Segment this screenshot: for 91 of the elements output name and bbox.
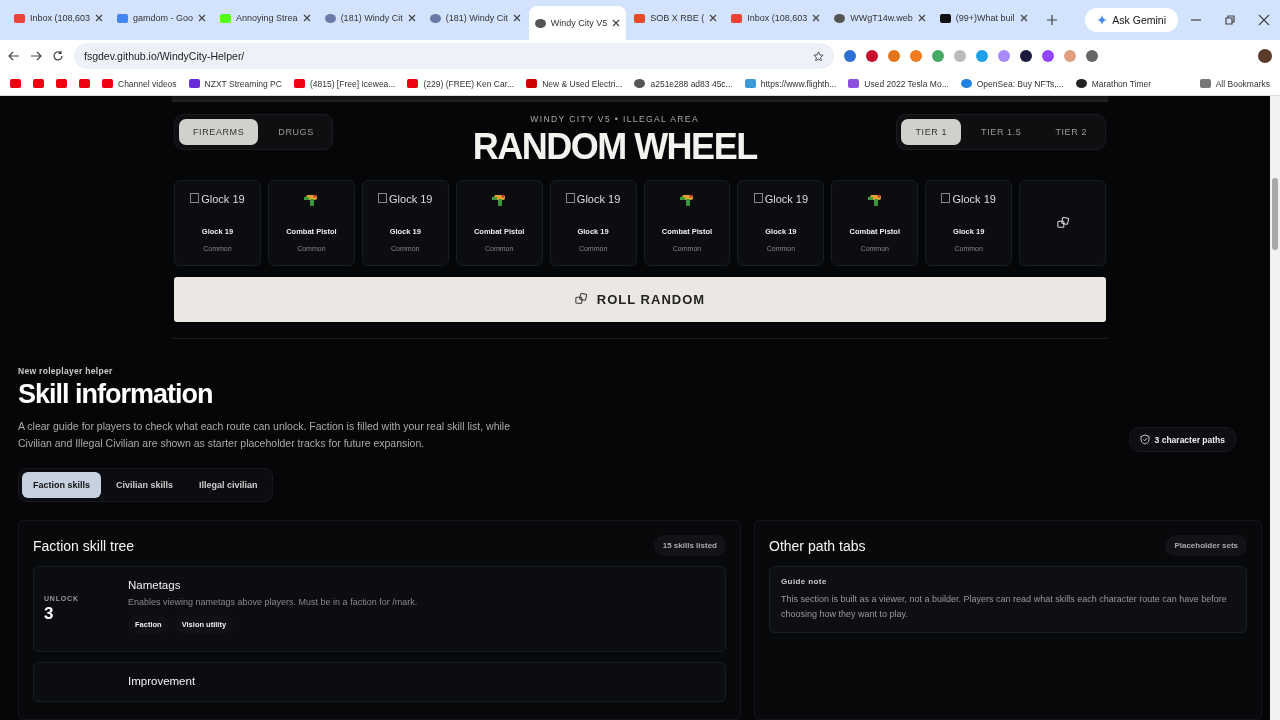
sparkle-icon bbox=[1097, 15, 1108, 25]
broken-image: Glock 19 bbox=[378, 192, 433, 215]
close-icon[interactable] bbox=[302, 14, 311, 22]
section-eyebrow: New roleplayer helper bbox=[18, 366, 114, 376]
browser-tab[interactable]: Windy City V5 bbox=[528, 6, 627, 40]
note-text: This section is built as a viewer, not a builder. Players can read what skills each character route can have before choosing how they want to play. bbox=[781, 593, 1228, 621]
close-icon[interactable] bbox=[612, 19, 621, 27]
skill-tab[interactable]: Faction skills bbox=[22, 472, 102, 498]
site-icon bbox=[220, 13, 232, 23]
tier-tab[interactable]: TIER 1 bbox=[901, 118, 962, 145]
tier-tab[interactable]: TIER 2 bbox=[1041, 118, 1101, 145]
browser-tab[interactable]: (181) Windy Cit bbox=[423, 5, 527, 31]
toy-gun-icon bbox=[491, 192, 508, 207]
site-icon bbox=[534, 18, 546, 28]
broken-image: Glock 19 bbox=[753, 192, 809, 215]
close-icon[interactable] bbox=[1258, 14, 1270, 26]
dice-icon bbox=[1056, 216, 1069, 229]
forward-icon[interactable] bbox=[30, 50, 42, 62]
site-icon bbox=[939, 13, 951, 23]
skill-name: Improvement bbox=[128, 675, 197, 687]
site-icon bbox=[731, 13, 743, 23]
bookmark[interactable]: Used 2022 Tesla Mo... bbox=[848, 78, 949, 89]
close-icon[interactable] bbox=[709, 14, 718, 22]
bookmark[interactable]: https://www.flighth... bbox=[744, 78, 837, 89]
site-icon bbox=[324, 13, 336, 23]
category-tab[interactable]: FIREARMS bbox=[179, 118, 259, 145]
dice-icon bbox=[574, 293, 587, 306]
extension-icon[interactable] bbox=[1020, 50, 1032, 62]
restore-icon[interactable] bbox=[1224, 14, 1236, 26]
browser-tab[interactable]: Inbox (108,603 bbox=[8, 5, 110, 31]
browser-tab[interactable]: WWgT14w.web bbox=[828, 5, 932, 31]
all-bookmarks[interactable]: All Bookmarks bbox=[1199, 78, 1270, 89]
site-icon bbox=[429, 13, 441, 23]
reload-icon[interactable] bbox=[52, 50, 64, 62]
close-icon[interactable] bbox=[407, 14, 416, 22]
toy-gun-icon bbox=[303, 192, 320, 207]
star-icon[interactable] bbox=[813, 50, 824, 62]
roll-random-button[interactable]: ROLL RANDOM bbox=[174, 276, 1106, 322]
browser-tab[interactable]: SOB X RBE ( bbox=[628, 5, 724, 31]
close-icon[interactable] bbox=[198, 14, 207, 22]
browser-tab[interactable]: Annoying Strea bbox=[214, 5, 317, 31]
bookmark[interactable]: Marathon Timer bbox=[1075, 78, 1152, 89]
panel-title: Faction skill tree bbox=[33, 537, 135, 554]
gemini-button[interactable]: Ask Gemini bbox=[1085, 8, 1178, 32]
paths-badge: 3 character paths bbox=[1128, 427, 1236, 452]
bookmark[interactable]: OpenSea: Buy NFTs,... bbox=[960, 78, 1064, 89]
unlock-level: 3 bbox=[44, 604, 55, 624]
skill-tab[interactable]: Civilian skills bbox=[105, 472, 185, 498]
broken-image: Glock 19 bbox=[941, 192, 996, 215]
broken-image: Glock 19 bbox=[190, 192, 245, 215]
close-icon[interactable] bbox=[512, 14, 521, 22]
skill-tab[interactable]: Illegal civilian bbox=[188, 472, 269, 498]
profile-avatar[interactable] bbox=[1258, 49, 1272, 63]
skill-description: Enables viewing nametags above players. Must be in a faction for /mark. bbox=[128, 597, 419, 607]
broken-image: Glock 19 bbox=[565, 192, 621, 215]
bookmark[interactable]: Channel videos bbox=[102, 78, 177, 89]
shield-icon bbox=[1139, 434, 1150, 445]
toy-gun-icon bbox=[679, 192, 695, 207]
browser-tab[interactable]: gamdom - Goo bbox=[111, 5, 213, 31]
site-icon bbox=[634, 13, 646, 23]
bookmark[interactable]: (4815) [Free] Icewea... bbox=[293, 78, 396, 89]
bookmark[interactable]: (229) (FREE) Ken Car... bbox=[407, 78, 515, 89]
toy-gun-icon bbox=[866, 192, 883, 207]
skill-name: Nametags bbox=[128, 579, 182, 591]
bookmark[interactable]: NZXT Streaming PC bbox=[188, 78, 282, 89]
close-icon[interactable] bbox=[812, 14, 821, 22]
browser-tab[interactable]: Inbox (108,603 bbox=[725, 5, 827, 31]
section-title: Skill information bbox=[18, 379, 214, 410]
address-bar[interactable]: fsgdev.github.io/WindyCity-Helper/ bbox=[74, 43, 834, 69]
close-icon[interactable] bbox=[917, 14, 926, 22]
new-tab-icon[interactable] bbox=[1045, 14, 1058, 26]
back-icon[interactable] bbox=[8, 50, 20, 62]
wheel-title: RANDOM WHEEL bbox=[472, 125, 757, 168]
site-icon bbox=[834, 13, 846, 23]
browser-tab[interactable]: (181) Windy Cit bbox=[318, 5, 422, 31]
browser-tab[interactable]: (99+)What buil bbox=[933, 5, 1034, 31]
close-icon[interactable] bbox=[95, 14, 104, 22]
placeholder-badge: Placeholder sets bbox=[1165, 535, 1247, 556]
bookmark[interactable]: New & Used Electri... bbox=[526, 78, 623, 89]
tier-tab[interactable]: TIER 1.5 bbox=[967, 118, 1036, 145]
site-icon bbox=[117, 13, 129, 23]
site-icon bbox=[14, 13, 25, 23]
count-badge: 15 skills listed bbox=[653, 535, 726, 556]
section-description: A clear guide for players to check what each route can unlock. Faction is filled with your real skill list, while Civilian and Illegal Civilian are shown as starter placeholder tracks for future expansion. bbox=[18, 419, 511, 451]
category-tab[interactable]: DRUGS bbox=[264, 118, 328, 145]
scrollbar[interactable] bbox=[1270, 96, 1280, 720]
panel-title: Other path tabs bbox=[769, 537, 866, 554]
wheel-eyebrow: WINDY CITY V5 • ILLEGAL AREA bbox=[530, 113, 699, 124]
note-title: Guide note bbox=[781, 577, 828, 586]
close-icon[interactable] bbox=[1019, 14, 1028, 22]
bookmark[interactable]: a251e288 ad83 45c... bbox=[634, 78, 733, 89]
